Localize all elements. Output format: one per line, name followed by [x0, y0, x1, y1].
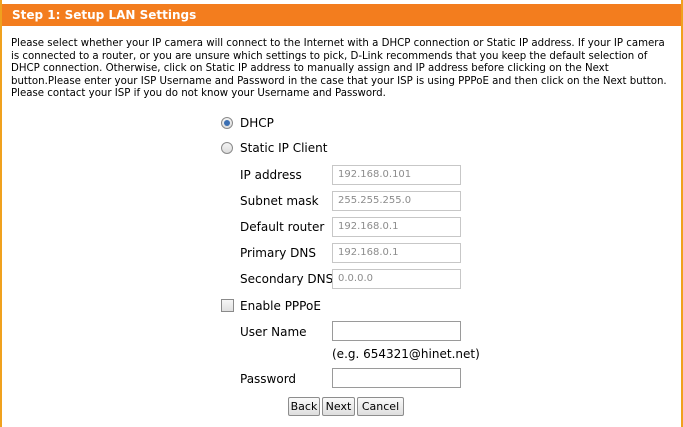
default-router-input[interactable]: 192.168.0.1 — [332, 217, 461, 237]
instructions-text: Please select whether your IP camera wil… — [11, 38, 667, 100]
username-label: User Name — [240, 325, 307, 339]
dhcp-label: DHCP — [240, 116, 274, 130]
secondary-dns-input[interactable]: 0.0.0.0 — [332, 269, 461, 289]
primary-dns-input[interactable]: 192.168.0.1 — [332, 243, 461, 263]
primary-dns-label: Primary DNS — [240, 246, 317, 260]
ip-address-input[interactable]: 192.168.0.101 — [332, 165, 461, 185]
cancel-button[interactable]: Cancel — [357, 397, 404, 416]
subnet-mask-input[interactable]: 255.255.255.0 — [332, 191, 461, 211]
ip-address-label: IP address — [240, 168, 302, 182]
enable-pppoe-checkbox[interactable] — [221, 299, 234, 312]
default-router-label: Default router — [240, 220, 325, 234]
enable-pppoe-label: Enable PPPoE — [240, 299, 321, 313]
username-hint: (e.g. 654321@hinet.net) — [332, 347, 480, 361]
wizard-panel: Step 1: Setup LAN Settings Please select… — [0, 0, 683, 427]
static-ip-label: Static IP Client — [240, 141, 328, 155]
next-button[interactable]: Next — [322, 397, 355, 416]
username-input[interactable] — [332, 321, 461, 341]
back-button[interactable]: Back — [288, 397, 320, 416]
dhcp-radio[interactable] — [221, 117, 233, 129]
subnet-mask-label: Subnet mask — [240, 194, 319, 208]
password-input[interactable] — [332, 368, 461, 388]
secondary-dns-label: Secondary DNS — [240, 272, 334, 286]
step-header: Step 1: Setup LAN Settings — [2, 4, 681, 26]
static-ip-radio[interactable] — [221, 142, 233, 154]
password-label: Password — [240, 372, 297, 386]
